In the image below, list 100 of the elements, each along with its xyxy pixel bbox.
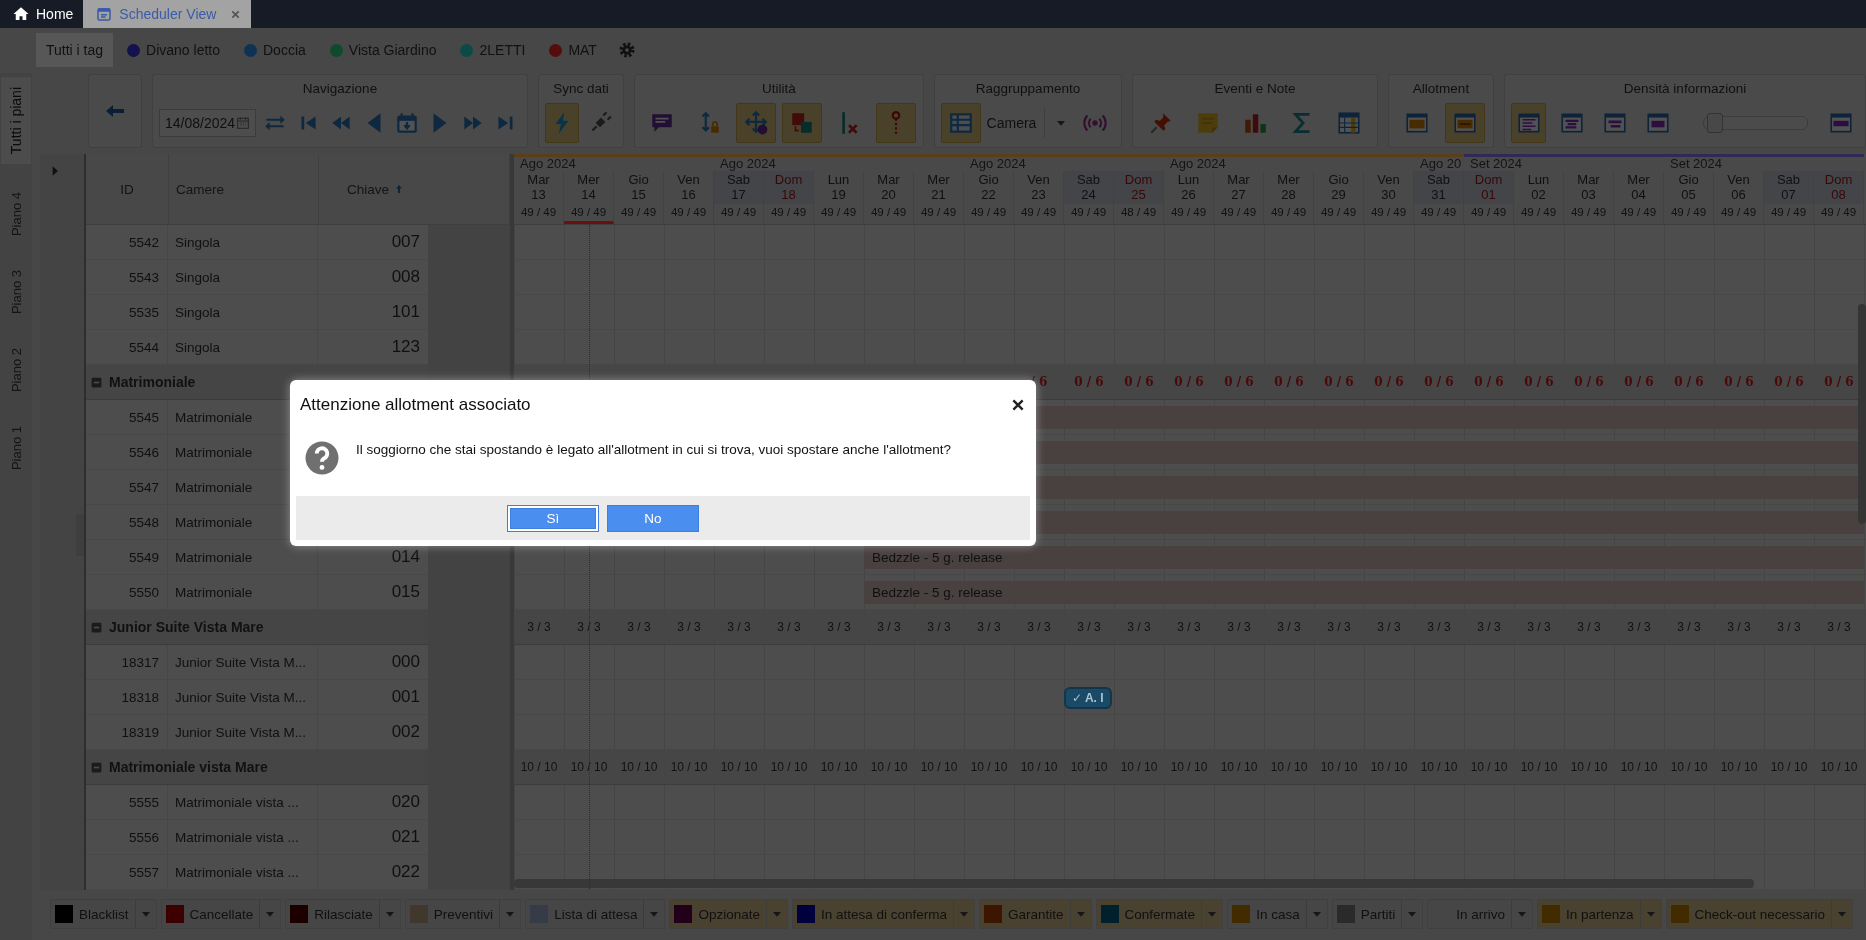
room-count: 0 / 6 <box>1774 375 1804 389</box>
day-header[interactable]: Dom 08 <box>1814 171 1864 204</box>
app-tab[interactable]: Scheduler View <box>83 0 252 28</box>
close-icon[interactable] <box>230 8 242 20</box>
day-header[interactable]: Gio 22 <box>964 171 1014 204</box>
availability-count: 49 / 49 <box>1514 204 1564 224</box>
table-cell: 5557 <box>86 855 168 889</box>
availability-count: 49 / 49 <box>914 204 964 224</box>
toolbar-button[interactable] <box>941 103 981 143</box>
day-header[interactable]: Mar 27 <box>1214 171 1264 204</box>
availability-count: 48 / 49 <box>1114 204 1164 224</box>
toolbar-button[interactable] <box>782 103 823 143</box>
day-header[interactable]: Mar 13 <box>514 171 564 204</box>
table-cell: Matrimoniale <box>168 575 318 609</box>
toolbar-button[interactable] <box>875 103 916 143</box>
question-icon <box>304 440 340 476</box>
room-count: 0 / 6 <box>1274 375 1304 389</box>
day-header[interactable]: Mar 03 <box>1564 171 1614 204</box>
table-cell: 5556 <box>86 820 168 854</box>
table-cell: Junior Suite Vista M... <box>168 680 318 714</box>
day-header[interactable]: Gio 29 <box>1314 171 1364 204</box>
room-count: 0 / 6 <box>1374 375 1404 389</box>
availability-count: 49 / 49 <box>964 204 1014 224</box>
dialog-button[interactable]: No <box>607 504 699 532</box>
day-header[interactable]: Dom 25 <box>1114 171 1164 204</box>
booking-chip[interactable]: ✓ A. I <box>1064 687 1112 709</box>
day-header[interactable]: Mer 14 <box>564 171 614 204</box>
calendar-icon <box>235 115 252 131</box>
availability-count: 49 / 49 <box>1664 204 1714 224</box>
toolbar-button[interactable] <box>545 103 579 143</box>
toolbar-button[interactable] <box>1445 103 1485 143</box>
density-slider[interactable] <box>1703 116 1808 130</box>
day-header[interactable]: Dom 18 <box>764 171 814 204</box>
day-header[interactable]: Sab 31 <box>1414 171 1464 204</box>
table-cell: Singola <box>168 330 318 364</box>
day-header[interactable]: Gio 15 <box>614 171 664 204</box>
allotment-bar: Bedzzle - 5 g. release <box>864 581 1864 604</box>
table-cell: Junior Suite Vista M... <box>168 645 318 679</box>
day-header[interactable]: Sab 17 <box>714 171 764 204</box>
day-header[interactable]: Dom 01 <box>1464 171 1514 204</box>
room-count: 0 / 6 <box>1074 375 1104 389</box>
availability-count: 49 / 49 <box>714 204 764 224</box>
day-header[interactable]: Mer 21 <box>914 171 964 204</box>
group-title: Raggruppamento <box>974 80 1082 98</box>
room-count: 0 / 6 <box>1624 375 1654 389</box>
availability-count: 49 / 49 <box>664 204 714 224</box>
table-cell: Singola <box>168 225 318 259</box>
day-header[interactable]: Lun 02 <box>1514 171 1564 204</box>
app-tab[interactable]: Home <box>0 0 84 28</box>
status-filter[interactable]: Opzionate <box>669 899 788 929</box>
day-header[interactable]: Mer 28 <box>1264 171 1314 204</box>
table-cell: 5535 <box>86 295 168 329</box>
day-header[interactable]: Sab 07 <box>1764 171 1814 204</box>
dialog-message: Il soggiorno che stai spostando è legato all'allotment in cui si trova, vuoi spostare anche l'allotment? <box>356 441 951 457</box>
allotment-bar: Bedzzle - 5 g. release <box>864 546 1864 569</box>
scrollbar[interactable] <box>1858 304 1866 524</box>
table-cell: 5549 <box>86 540 168 574</box>
day-header[interactable]: Sab 24 <box>1064 171 1114 204</box>
availability-count: 49 / 49 <box>1414 204 1464 224</box>
availability-count: 49 / 49 <box>564 204 614 224</box>
room-count: 0 / 6 <box>1474 375 1504 389</box>
grouping-dropdown[interactable]: Camera <box>984 104 1072 142</box>
table-icon <box>947 110 974 136</box>
back-button[interactable] <box>88 74 142 148</box>
availability-count: 49 / 49 <box>814 204 864 224</box>
columns-icon <box>1336 110 1363 136</box>
status-filter[interactable]: In attesa di conferma <box>792 899 976 929</box>
table-cell-text: 007 <box>390 231 421 253</box>
availability-count: 49 / 49 <box>1214 204 1264 224</box>
group-title: Sync dati <box>552 80 610 98</box>
scrollbar[interactable] <box>514 879 1754 888</box>
dialog-button[interactable]: Sì <box>507 504 599 532</box>
day-header[interactable]: Lun 26 <box>1164 171 1214 204</box>
toolbar-button[interactable] <box>735 103 776 143</box>
day-header[interactable]: Lun 19 <box>814 171 864 204</box>
table-cell: Matrimoniale vista ... <box>168 820 318 854</box>
status-filter[interactable]: Check-out necessario <box>1665 899 1854 929</box>
status-filter[interactable]: Garantite <box>979 899 1092 929</box>
close-button[interactable] <box>1010 397 1026 413</box>
day-header[interactable]: Mar 20 <box>864 171 914 204</box>
status-filter[interactable]: Confermate <box>1095 899 1224 929</box>
day-header[interactable]: Mer 04 <box>1614 171 1664 204</box>
group-title: Densità informazioni <box>1622 80 1748 98</box>
table-cell: Junior Suite Vista M... <box>168 715 318 749</box>
toolbar-button[interactable] <box>1511 103 1547 143</box>
availability-count: 49 / 49 <box>1714 204 1764 224</box>
day-header[interactable]: Gio 05 <box>1664 171 1714 204</box>
status-label: In attesa di conferma <box>821 906 948 922</box>
room-count: 0 / 6 <box>1524 375 1554 389</box>
availability-count: 49 / 49 <box>1164 204 1214 224</box>
table-cell: Singola <box>168 295 318 329</box>
slider-thumb[interactable] <box>1707 113 1724 133</box>
availability-count: 49 / 49 <box>764 204 814 224</box>
table-cell: 5548 <box>86 505 168 539</box>
status-label: Check-out necessario <box>1694 906 1826 922</box>
date-field[interactable]: 14/08/2024 <box>159 109 257 137</box>
status-filter[interactable]: In partenza <box>1536 899 1662 929</box>
table-cell: 5544 <box>86 330 168 364</box>
room-count: 0 / 6 <box>1224 375 1254 389</box>
table-cell-text: 101 <box>390 301 421 323</box>
